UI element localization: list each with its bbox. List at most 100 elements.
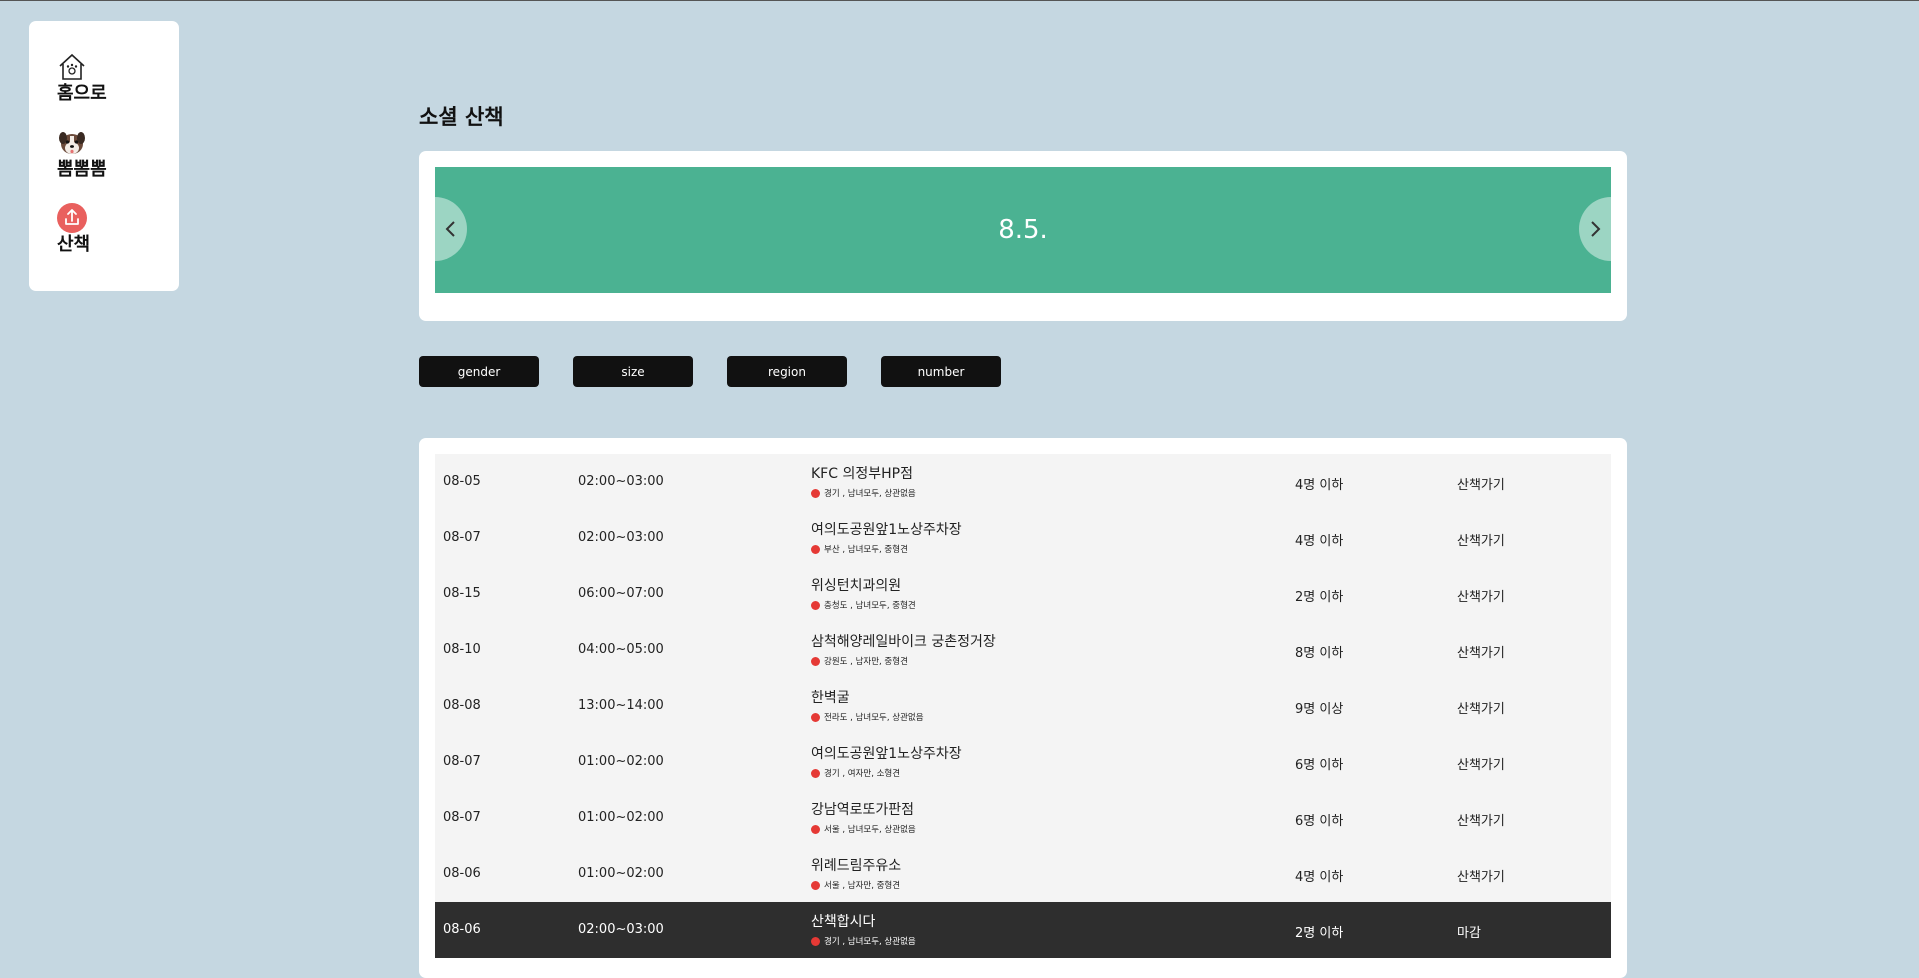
walk-participant-limit: 4명 이하 bbox=[1295, 478, 1344, 493]
walk-tags: 경기 , 여자만, 소형견 bbox=[811, 767, 900, 779]
filter-gender-button[interactable]: gender bbox=[419, 356, 539, 387]
dog-face-icon bbox=[59, 132, 85, 154]
walk-place: 한벽굴 bbox=[811, 690, 850, 706]
walk-tags: 충청도 , 남녀모두, 중형견 bbox=[811, 599, 916, 611]
sidebar-item-label: 홈으로 bbox=[57, 83, 107, 104]
walk-date: 08-10 bbox=[443, 642, 481, 657]
banner-carousel: 8.5. bbox=[435, 167, 1611, 293]
upload-icon bbox=[57, 203, 87, 233]
location-pin-icon bbox=[811, 824, 820, 834]
walk-date: 08-06 bbox=[443, 866, 481, 881]
walk-join-link[interactable]: 산책가기 bbox=[1457, 586, 1505, 605]
sidebar-item-walk[interactable]: 산책 bbox=[57, 203, 90, 256]
filter-size-button[interactable]: size bbox=[573, 356, 693, 387]
walk-tags: 전라도 , 남녀모두, 상관없음 bbox=[811, 711, 924, 723]
walk-join-link[interactable]: 산책가기 bbox=[1457, 754, 1505, 773]
walk-participant-limit: 2명 이하 bbox=[1295, 590, 1344, 605]
walk-tags: 강원도 , 남자만, 중형견 bbox=[811, 655, 908, 667]
walk-tags-text: 부산 , 남녀모두, 중형견 bbox=[824, 545, 908, 555]
walk-row[interactable]: 08-06 02:00~03:00 산책합시다 2명 이하 마감경기 , 남녀모두, 상… bbox=[435, 902, 1611, 958]
walk-place: 여의도공원앞1노상주차장 bbox=[811, 746, 962, 762]
walk-place: 위례드림주유소 bbox=[811, 858, 902, 874]
walk-date: 08-15 bbox=[443, 586, 481, 601]
walk-time: 02:00~03:00 bbox=[578, 922, 664, 937]
walk-join-link[interactable]: 산책가기 bbox=[1457, 474, 1505, 493]
walk-join-link[interactable]: 산책가기 bbox=[1457, 810, 1505, 829]
walk-place: 삼척해양레일바이크 궁촌정거장 bbox=[811, 634, 996, 650]
walk-time: 01:00~02:00 bbox=[578, 866, 664, 881]
sidebar: 홈으로 뽐뽐뽐 산책 bbox=[29, 21, 179, 291]
walk-row[interactable]: 08-07 01:00~02:00 여의도공원앞1노상주차장 6명 이하 산책가기 경기 … bbox=[435, 734, 1611, 790]
walk-list-card: 08-05 02:00~03:00 KFC 의정부HP점 4명 이하 산책가기 경기 , … bbox=[419, 438, 1627, 978]
location-pin-icon bbox=[811, 768, 820, 778]
chevron-right-icon bbox=[1591, 221, 1601, 237]
walk-time: 13:00~14:00 bbox=[578, 698, 664, 713]
walk-time: 02:00~03:00 bbox=[578, 530, 664, 545]
walk-place: 강남역로또가판점 bbox=[811, 802, 915, 818]
page-title: 소셜 산책 bbox=[419, 105, 504, 129]
walk-row[interactable]: 08-07 02:00~03:00 여의도공원앞1노상주차장 4명 이하 산책가기부산 … bbox=[435, 510, 1611, 566]
walk-participant-limit: 6명 이하 bbox=[1295, 814, 1344, 829]
walk-participant-limit: 4명 이하 bbox=[1295, 534, 1344, 549]
walk-tags-text: 경기 , 여자만, 소형견 bbox=[824, 769, 901, 779]
walk-place: 산책합시다 bbox=[811, 914, 876, 930]
walk-row[interactable]: 08-08 13:00~14:00 한벽굴 9명 이상 산책가기전라도 , 남녀모두, … bbox=[435, 678, 1611, 734]
walk-join-link[interactable]: 산책가기 bbox=[1457, 866, 1505, 885]
walk-closed-label: 마감 bbox=[1457, 926, 1481, 941]
home-paw-icon bbox=[59, 53, 85, 80]
walk-date: 08-07 bbox=[443, 754, 481, 769]
location-pin-icon bbox=[811, 544, 820, 554]
sidebar-item-home[interactable]: 홈으로 bbox=[57, 52, 107, 105]
location-pin-icon bbox=[811, 936, 820, 946]
location-pin-icon bbox=[811, 656, 820, 666]
filter-number-button[interactable]: number bbox=[881, 356, 1001, 387]
walk-tags: 부산 , 남녀모두, 중형견 bbox=[811, 543, 908, 555]
walk-join-link[interactable]: 산책가기 bbox=[1457, 530, 1505, 549]
walk-row[interactable]: 08-10 04:00~05:00 삼척해양레일바이크 궁촌정거장 8명 이하 산책가기… bbox=[435, 622, 1611, 678]
walk-participant-limit: 9명 이상 bbox=[1295, 702, 1344, 717]
walk-join-link[interactable]: 산책가기 bbox=[1457, 642, 1505, 661]
filter-region-button[interactable]: region bbox=[727, 356, 847, 387]
walk-row[interactable]: 08-07 01:00~02:00 강남역로또가판점 6명 이하 산책가기서울 , 남녀… bbox=[435, 790, 1611, 846]
walk-participant-limit: 2명 이하 bbox=[1295, 926, 1344, 941]
walk-place: 여의도공원앞1노상주차장 bbox=[811, 522, 962, 538]
walk-join-link[interactable]: 산책가기 bbox=[1457, 698, 1505, 717]
walk-list: 08-05 02:00~03:00 KFC 의정부HP점 4명 이하 산책가기 경기 , … bbox=[435, 454, 1611, 958]
walk-date: 08-08 bbox=[443, 698, 481, 713]
walk-tags: 서울 , 남녀모두, 상관없음 bbox=[811, 823, 916, 835]
walk-tags-text: 서울 , 남녀모두, 상관없음 bbox=[824, 825, 916, 835]
walk-tags-text: 충청도 , 남녀모두, 중형견 bbox=[824, 601, 916, 611]
walk-time: 04:00~05:00 bbox=[578, 642, 664, 657]
walk-date: 08-05 bbox=[443, 474, 481, 489]
walk-tags-text: 강원도 , 남자만, 중형견 bbox=[824, 657, 908, 667]
location-pin-icon bbox=[811, 712, 820, 722]
sidebar-item-pomppom[interactable]: 뽐뽐뽐 bbox=[57, 128, 107, 181]
sidebar-item-label: 산책 bbox=[57, 234, 91, 255]
top-border bbox=[0, 0, 1919, 1]
walk-participant-limit: 6명 이하 bbox=[1295, 758, 1344, 773]
banner-card: 8.5. bbox=[419, 151, 1627, 321]
chevron-left-icon bbox=[445, 221, 455, 237]
walk-tags-text: 경기 , 남녀모두, 상관없음 bbox=[824, 489, 916, 499]
walk-tags-text: 전라도 , 남녀모두, 상관없음 bbox=[824, 713, 924, 723]
location-pin-icon bbox=[811, 600, 820, 610]
walk-row[interactable]: 08-05 02:00~03:00 KFC 의정부HP점 4명 이하 산책가기경기 , … bbox=[435, 454, 1611, 510]
walk-date: 08-07 bbox=[443, 530, 481, 545]
location-pin-icon bbox=[811, 488, 820, 498]
walk-tags-text: 경기 , 남녀모두, 상관없음 bbox=[824, 937, 916, 947]
walk-tags: 경기 , 남녀모두, 상관없음 bbox=[811, 935, 916, 947]
walk-participant-limit: 8명 이하 bbox=[1295, 646, 1344, 661]
walk-place: KFC 의정부HP점 bbox=[811, 466, 913, 482]
walk-tags: 경기 , 남녀모두, 상관없음 bbox=[811, 487, 916, 499]
walk-date: 08-07 bbox=[443, 810, 481, 825]
walk-place: 위싱턴치과의원 bbox=[811, 578, 902, 594]
walk-row[interactable]: 08-06 01:00~02:00 위례드림주유소 4명 이하 산책가기서울 , 남자만… bbox=[435, 846, 1611, 902]
walk-date: 08-06 bbox=[443, 922, 481, 937]
walk-participant-limit: 4명 이하 bbox=[1295, 870, 1344, 885]
walk-time: 02:00~03:00 bbox=[578, 474, 664, 489]
walk-row[interactable]: 08-15 06:00~07:00 위싱턴치과의원 2명 이하 산책가기충청도 , 남녀… bbox=[435, 566, 1611, 622]
walk-time: 01:00~02:00 bbox=[578, 810, 664, 825]
sidebar-item-label: 뽐뽐뽐 bbox=[57, 159, 107, 180]
walk-tags: 서울 , 남자만, 중형견 bbox=[811, 879, 900, 891]
walk-time: 06:00~07:00 bbox=[578, 586, 664, 601]
